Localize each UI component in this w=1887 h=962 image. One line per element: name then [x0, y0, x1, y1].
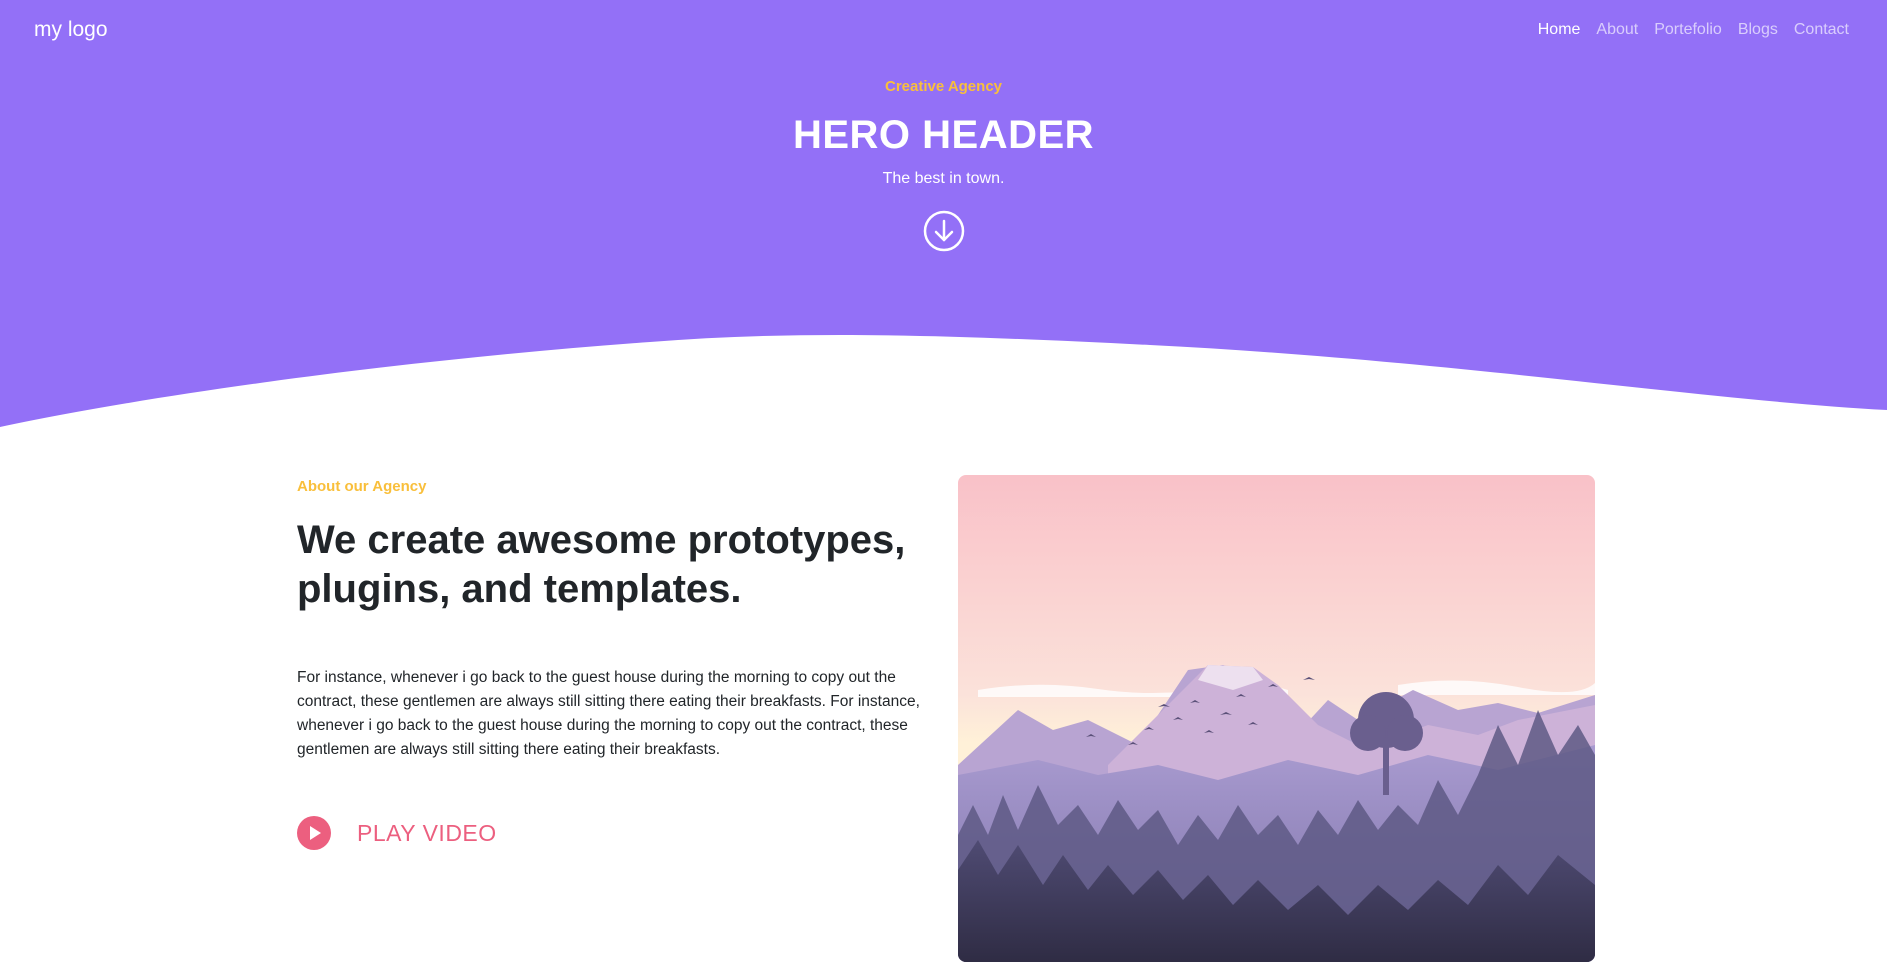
navbar: my logo Home About Portefolio Blogs Cont… — [0, 0, 1887, 64]
nav-menu: Home About Portefolio Blogs Contact — [1538, 21, 1849, 39]
page: my logo Home About Portefolio Blogs Cont… — [0, 0, 1887, 962]
hero-content: Creative Agency HERO HEADER The best in … — [0, 78, 1887, 257]
nav-link-home[interactable]: Home — [1538, 21, 1581, 38]
nav-item-home: Home — [1538, 21, 1581, 39]
about-title: We create awesome prototypes, plugins, a… — [297, 518, 906, 611]
about-eyebrow: About our Agency — [297, 478, 427, 495]
nav-link-contact[interactable]: Contact — [1794, 21, 1849, 38]
mountain-landscape-image — [958, 475, 1595, 962]
play-circle-icon[interactable] — [297, 816, 331, 850]
nav-item-contact: Contact — [1794, 21, 1849, 39]
play-video-button[interactable]: PLAY VIDEO — [297, 816, 927, 850]
about-body: For instance, whenever i go back to the … — [297, 669, 920, 758]
hero-title: HERO HEADER — [792, 113, 1095, 157]
hero-eyebrow: Creative Agency — [885, 78, 1002, 95]
arrow-down-circle-icon[interactable] — [923, 210, 965, 252]
play-video-label[interactable]: PLAY VIDEO — [357, 820, 497, 847]
nav-item-blogs: Blogs — [1738, 21, 1778, 39]
nav-link-portfolio[interactable]: Portefolio — [1654, 21, 1722, 38]
nav-link-about[interactable]: About — [1596, 21, 1638, 38]
logo[interactable]: my logo — [34, 18, 108, 42]
hero-subtitle: The best in town. — [882, 170, 1005, 187]
hero-section: my logo Home About Portefolio Blogs Cont… — [0, 0, 1887, 430]
nav-item-portfolio: Portefolio — [1654, 21, 1722, 39]
about-section: About our Agency We create awesome proto… — [297, 478, 927, 850]
nav-item-about: About — [1596, 21, 1638, 39]
nav-link-blogs[interactable]: Blogs — [1738, 21, 1778, 38]
